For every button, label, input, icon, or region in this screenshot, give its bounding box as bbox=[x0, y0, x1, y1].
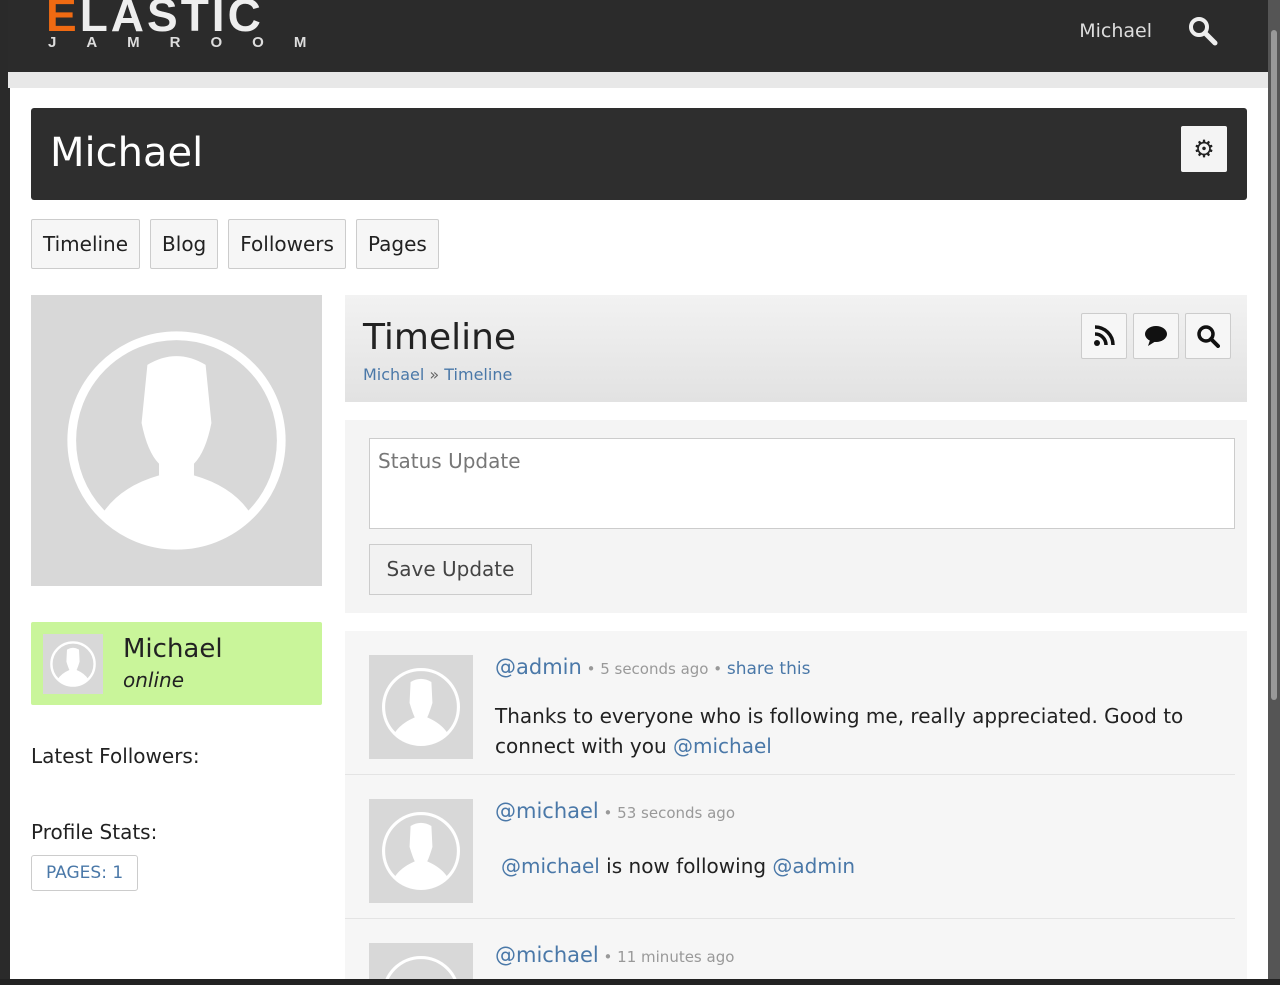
user-avatar-small bbox=[43, 634, 103, 694]
tab-followers[interactable]: Followers bbox=[228, 219, 346, 269]
tab-blog[interactable]: Blog bbox=[150, 219, 219, 269]
logo-subtitle: JAMROOM bbox=[48, 34, 337, 51]
rss-icon bbox=[1094, 325, 1115, 346]
settings-button[interactable]: ⚙ bbox=[1181, 126, 1227, 172]
scrollbar[interactable] bbox=[1268, 0, 1280, 979]
user-menu[interactable]: Michael bbox=[1079, 20, 1152, 42]
online-status-card: Michael online bbox=[31, 622, 322, 705]
scrollbar-thumb[interactable] bbox=[1271, 30, 1277, 700]
feed-user-link[interactable]: @michael bbox=[495, 943, 599, 967]
rss-button[interactable] bbox=[1081, 313, 1127, 359]
status-update-input[interactable]: Status Update bbox=[369, 438, 1235, 529]
gear-icon: ⚙ bbox=[1193, 135, 1215, 163]
breadcrumb-separator: » bbox=[429, 365, 440, 384]
page-content: Michael ⚙ Timeline Blog Followers Pages … bbox=[10, 88, 1268, 979]
feed-time: 5 seconds ago bbox=[600, 660, 709, 678]
pages-stat-badge[interactable]: PAGES: 1 bbox=[31, 855, 139, 891]
user-avatar[interactable] bbox=[369, 943, 473, 979]
feed-text: Thanks to everyone who is following me, … bbox=[495, 704, 1184, 758]
feed-user-link[interactable]: @michael bbox=[495, 799, 599, 823]
actor-link[interactable]: @michael bbox=[501, 854, 600, 878]
feed-user-link[interactable]: @admin bbox=[495, 655, 582, 679]
comment-icon bbox=[1145, 326, 1167, 346]
breadcrumb-user[interactable]: Michael bbox=[363, 365, 424, 384]
search-icon bbox=[1197, 325, 1220, 348]
share-link[interactable]: share this bbox=[727, 659, 811, 679]
site-header: ELASTIC JAMROOM Michael bbox=[8, 0, 1268, 72]
timeline-search-button[interactable] bbox=[1185, 313, 1231, 359]
header-divider bbox=[8, 72, 1268, 88]
breadcrumb-timeline[interactable]: Timeline bbox=[444, 365, 512, 384]
window-bottom-edge bbox=[0, 979, 1280, 985]
search-icon[interactable] bbox=[1188, 16, 1218, 50]
feed-item: @michael • 11 minutes ago bbox=[345, 919, 1235, 979]
profile-tabs: Timeline Blog Followers Pages bbox=[31, 219, 439, 269]
feed-time: 53 seconds ago bbox=[617, 804, 735, 822]
page-title: Timeline bbox=[363, 317, 517, 358]
timeline-header: Timeline Michael » Timeline bbox=[345, 295, 1247, 402]
target-link[interactable]: @admin bbox=[772, 854, 855, 878]
online-user-name[interactable]: Michael bbox=[123, 634, 223, 664]
online-status: online bbox=[123, 668, 185, 692]
profile-avatar[interactable] bbox=[31, 295, 322, 586]
timeline-feed: @admin • 5 seconds ago • share this Than… bbox=[345, 631, 1247, 979]
status-update-form: Status Update Save Update bbox=[345, 420, 1247, 613]
feed-text: is now following bbox=[599, 854, 773, 878]
comment-button[interactable] bbox=[1133, 313, 1179, 359]
breadcrumb: Michael » Timeline bbox=[363, 365, 512, 384]
user-avatar[interactable] bbox=[369, 655, 473, 759]
feed-item: @michael • 53 seconds ago @michael is no… bbox=[345, 775, 1235, 919]
mention-link[interactable]: @michael bbox=[673, 734, 772, 758]
feed-time: 11 minutes ago bbox=[617, 948, 735, 966]
feed-item: @admin • 5 seconds ago • share this Than… bbox=[345, 631, 1235, 775]
profile-banner: Michael ⚙ bbox=[31, 108, 1247, 200]
tab-pages[interactable]: Pages bbox=[355, 219, 439, 269]
profile-name: Michael bbox=[50, 130, 204, 176]
save-update-button[interactable]: Save Update bbox=[369, 544, 532, 595]
profile-stats-label: Profile Stats: bbox=[31, 820, 158, 844]
tab-timeline[interactable]: Timeline bbox=[31, 219, 141, 269]
user-avatar[interactable] bbox=[369, 799, 473, 903]
latest-followers-label: Latest Followers: bbox=[31, 744, 200, 768]
